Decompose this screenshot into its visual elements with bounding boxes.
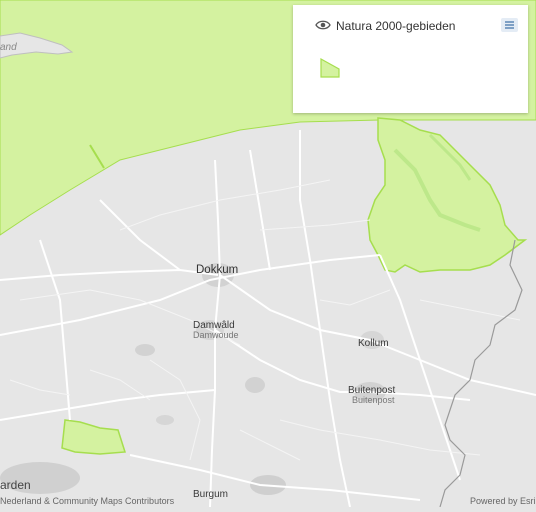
legend-swatch <box>319 57 341 79</box>
powered-by[interactable]: Powered by Esri <box>470 496 536 507</box>
attribution-text[interactable]: Nederland & Community Maps Contributors <box>0 496 174 507</box>
list-icon[interactable] <box>501 18 518 32</box>
label-buitenpost-sub: Buitenpost <box>352 395 395 405</box>
attribution-bar: Nederland & Community Maps Contributors … <box>0 496 536 507</box>
label-leeuwarden: arden <box>0 478 31 492</box>
label-kollum: Kollum <box>358 338 389 349</box>
eye-icon[interactable] <box>315 18 331 32</box>
label-island: and <box>0 42 17 53</box>
label-damwoude: Damwoude <box>193 330 239 340</box>
legend-panel: Natura 2000-gebieden <box>293 5 528 113</box>
label-dokkum: Dokkum <box>196 264 239 276</box>
layer-title: Natura 2000-gebieden <box>336 19 456 33</box>
